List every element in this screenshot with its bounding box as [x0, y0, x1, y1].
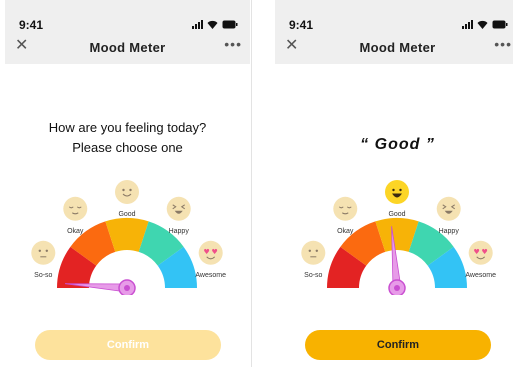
gauge-needle-center [394, 285, 400, 291]
signal-icon [462, 20, 473, 29]
mood-label-okay: Okay [337, 228, 354, 235]
selected-mood-text: “ Good ” [360, 136, 435, 153]
mood-label-so-so: So-so [34, 272, 52, 279]
status-time: 9:41 [289, 18, 314, 32]
mood-gauge[interactable]: So-so Okay Good Happy ♥ ♥ Awesome [5, 170, 250, 295]
happy-emoji-icon[interactable] [436, 196, 461, 221]
screen-divider [251, 0, 252, 367]
confirm-button[interactable]: Confirm [35, 330, 221, 360]
svg-text:♥: ♥ [204, 248, 210, 256]
confirm-button[interactable]: Confirm [305, 330, 491, 360]
mood-label-okay: Okay [67, 228, 84, 235]
mood-label-so-so: So-so [304, 272, 322, 279]
more-icon[interactable]: ••• [224, 36, 242, 52]
good-emoji-icon[interactable] [115, 180, 139, 204]
page-title: Mood Meter [89, 40, 166, 55]
mood-meter-screen-selected: 9:41 ✕ Mood Meter ••• “ Good ” So-so Okay… [275, 0, 513, 367]
battery-icon [222, 20, 238, 29]
svg-text:♥: ♥ [474, 248, 480, 256]
question-line-1: How are you feeling today? [48, 120, 207, 135]
awesome-emoji-icon[interactable]: ♥ ♥ [468, 240, 493, 265]
wifi-icon [477, 20, 488, 29]
top-bar: 9:41 ✕ Mood Meter ••• [5, 0, 250, 64]
so-so-emoji-icon[interactable] [31, 240, 56, 265]
battery-icon [492, 20, 508, 29]
okay-emoji-icon[interactable] [63, 196, 88, 221]
svg-text:♥: ♥ [212, 248, 218, 256]
mood-label-happy: Happy [169, 228, 190, 235]
page-title: Mood Meter [359, 40, 436, 55]
mood-label-good: Good [388, 211, 405, 218]
good-emoji-icon[interactable] [385, 180, 409, 204]
more-icon[interactable]: ••• [494, 36, 512, 52]
status-icons [192, 19, 238, 29]
okay-emoji-icon[interactable] [333, 196, 358, 221]
svg-text:♥: ♥ [482, 248, 488, 256]
mood-label-awesome: Awesome [195, 272, 226, 279]
status-time: 9:41 [19, 18, 44, 32]
status-icons [462, 19, 508, 29]
so-so-emoji-icon[interactable] [301, 240, 326, 265]
awesome-emoji-icon[interactable]: ♥ ♥ [198, 240, 223, 265]
mood-gauge[interactable]: So-so Okay Good Happy ♥ ♥ Awesome [275, 170, 513, 295]
wifi-icon [207, 20, 218, 29]
top-bar: 9:41 ✕ Mood Meter ••• [275, 0, 513, 64]
mood-label-good: Good [118, 211, 135, 218]
happy-emoji-icon[interactable] [166, 196, 191, 221]
signal-icon [192, 20, 203, 29]
mood-meter-screen-initial: 9:41 ✕ Mood Meter ••• How are you feelin… [5, 0, 250, 367]
mood-question: How are you feeling today? Please choose… [5, 118, 250, 158]
question-line-2: Please choose one [72, 140, 183, 155]
mood-label-happy: Happy [439, 228, 460, 235]
mood-label-awesome: Awesome [465, 272, 496, 279]
gauge-needle-center [124, 285, 130, 291]
